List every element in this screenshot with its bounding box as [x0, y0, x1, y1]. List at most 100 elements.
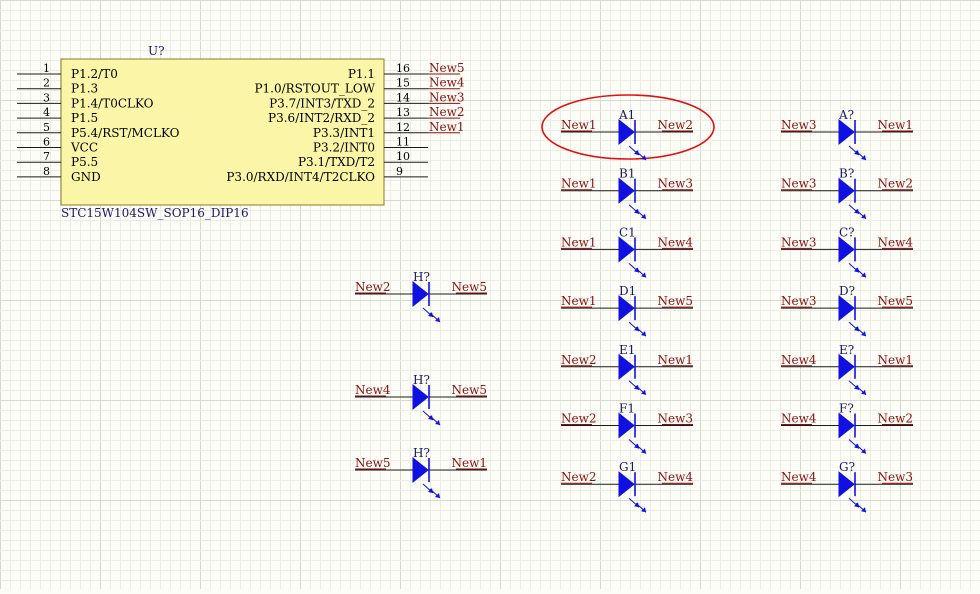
- ic-pin-number: 9: [396, 165, 403, 178]
- ic-pin-name: P3.0/RXD/INT4/T2CLKO: [226, 170, 375, 184]
- net-label: New4: [781, 412, 817, 426]
- ic-pin-name: P3.1/TXD/T2: [298, 155, 375, 169]
- ic-pin-name: P1.3: [71, 82, 98, 96]
- net-label: New4: [355, 383, 391, 397]
- net-label: New3: [429, 90, 465, 104]
- ic-pin-number: 11: [396, 136, 410, 149]
- net-label: New3: [781, 294, 817, 308]
- net-label: New4: [781, 353, 817, 367]
- ic-pin-name: P1.4/T0CLKO: [71, 96, 154, 110]
- net-label: New3: [781, 118, 817, 132]
- led-triangle-icon: [618, 412, 635, 439]
- net-label: New2: [657, 118, 693, 132]
- led-designator: H?: [413, 373, 430, 387]
- net-label: New1: [451, 456, 487, 470]
- net-label: New5: [355, 456, 391, 470]
- net-label: New2: [429, 105, 465, 119]
- led-designator: B1: [619, 167, 635, 181]
- net-label: New1: [877, 353, 913, 367]
- led-designator: F?: [839, 402, 854, 416]
- net-label: New5: [657, 294, 693, 308]
- net-label: New4: [781, 470, 817, 484]
- led-triangle-icon: [618, 471, 635, 498]
- net-label: New5: [877, 294, 913, 308]
- led-designator: H?: [413, 446, 430, 460]
- led-designator: G1: [619, 460, 636, 474]
- led-designator: E?: [839, 343, 854, 357]
- ic-pin-name: P1.1: [348, 67, 375, 81]
- ic-pin-number: 3: [43, 91, 50, 104]
- led-designator: F1: [619, 402, 635, 416]
- led-designator: D?: [839, 284, 855, 298]
- net-label: New2: [355, 280, 391, 294]
- led-triangle-icon: [838, 353, 855, 380]
- net-label: New4: [429, 76, 465, 90]
- net-label: New4: [657, 235, 693, 249]
- ic-pin-name: P3.3/INT1: [313, 126, 375, 140]
- net-label: New2: [877, 177, 913, 191]
- led-triangle-icon: [838, 412, 855, 439]
- ic-pin-number: 10: [396, 150, 410, 163]
- led-designator: H?: [413, 270, 430, 284]
- led-triangle-icon: [618, 295, 635, 322]
- ic-pin-number: 16: [396, 62, 410, 75]
- net-label: New1: [561, 177, 597, 191]
- net-label: New3: [657, 177, 693, 191]
- led-triangle-icon: [838, 295, 855, 322]
- ic-pin-number: 15: [396, 77, 410, 90]
- ic-pin-number: 5: [43, 121, 50, 134]
- schematic-sheet: U? STC15W104SW_SOP16_DIP16 1 P1.2/T0 2 P1.3…: [0, 0, 980, 589]
- ic-pin-name: P5.5: [71, 155, 98, 169]
- led-designator: D1: [619, 284, 636, 298]
- net-label: New5: [451, 383, 487, 397]
- net-label: New2: [877, 412, 913, 426]
- net-label: New1: [561, 235, 597, 249]
- led-triangle-icon: [618, 353, 635, 380]
- led-triangle-icon: [618, 177, 635, 204]
- net-label: New5: [429, 61, 465, 75]
- led-designator: C?: [839, 225, 855, 239]
- led-designator: A?: [838, 108, 854, 122]
- ic-pin-name: P1.2/T0: [71, 67, 118, 81]
- net-label: New1: [561, 118, 597, 132]
- ic-pin-number: 6: [43, 136, 50, 149]
- ic-designator: U?: [148, 44, 165, 58]
- net-label: New5: [451, 280, 487, 294]
- ic-u[interactable]: U? STC15W104SW_SOP16_DIP16 1 P1.2/T0 2 P1.3…: [17, 44, 465, 220]
- net-label: New1: [877, 118, 913, 132]
- net-label: New4: [657, 470, 693, 484]
- net-label: New2: [561, 353, 597, 367]
- net-label: New2: [561, 412, 597, 426]
- led-designator: B?: [839, 167, 854, 181]
- net-label: New1: [657, 353, 693, 367]
- ic-pin-number: 2: [43, 77, 50, 90]
- schematic-canvas[interactable]: U? STC15W104SW_SOP16_DIP16 1 P1.2/T0 2 P1.3…: [0, 0, 980, 589]
- net-label: New4: [877, 235, 913, 249]
- ic-pin-name: P5.4/RST/MCLKO: [71, 126, 180, 140]
- net-label: New3: [657, 412, 693, 426]
- net-label: New1: [561, 294, 597, 308]
- ic-pin-number: 8: [43, 165, 50, 178]
- net-label: New3: [877, 470, 913, 484]
- ic-pin-name: GND: [71, 170, 101, 184]
- led-designator: G?: [839, 460, 855, 474]
- ic-pin-name: P3.7/INT3/TXD_2: [269, 96, 375, 110]
- net-label: New3: [781, 177, 817, 191]
- net-label: New2: [561, 470, 597, 484]
- led-triangle-icon: [838, 471, 855, 498]
- ic-pin-name: P1.5: [71, 111, 98, 125]
- ic-pin-number: 12: [396, 121, 410, 134]
- ic-pin-name: P1.0/RSTOUT_LOW: [254, 82, 375, 96]
- ic-part-name: STC15W104SW_SOP16_DIP16: [61, 206, 249, 220]
- led-designator: E1: [619, 343, 635, 357]
- ic-pin-number: 1: [43, 62, 50, 75]
- ic-pin-number: 13: [396, 106, 410, 119]
- ic-pin-name: P3.2/INT0: [313, 141, 375, 155]
- ic-pin-name: VCC: [70, 141, 98, 155]
- ic-pin-number: 14: [396, 91, 410, 104]
- led-designator: A1: [618, 108, 635, 122]
- ic-pin-number: 7: [43, 150, 50, 163]
- net-label: New3: [781, 235, 817, 249]
- net-label: New1: [429, 120, 465, 134]
- ic-pin-number: 4: [43, 106, 50, 119]
